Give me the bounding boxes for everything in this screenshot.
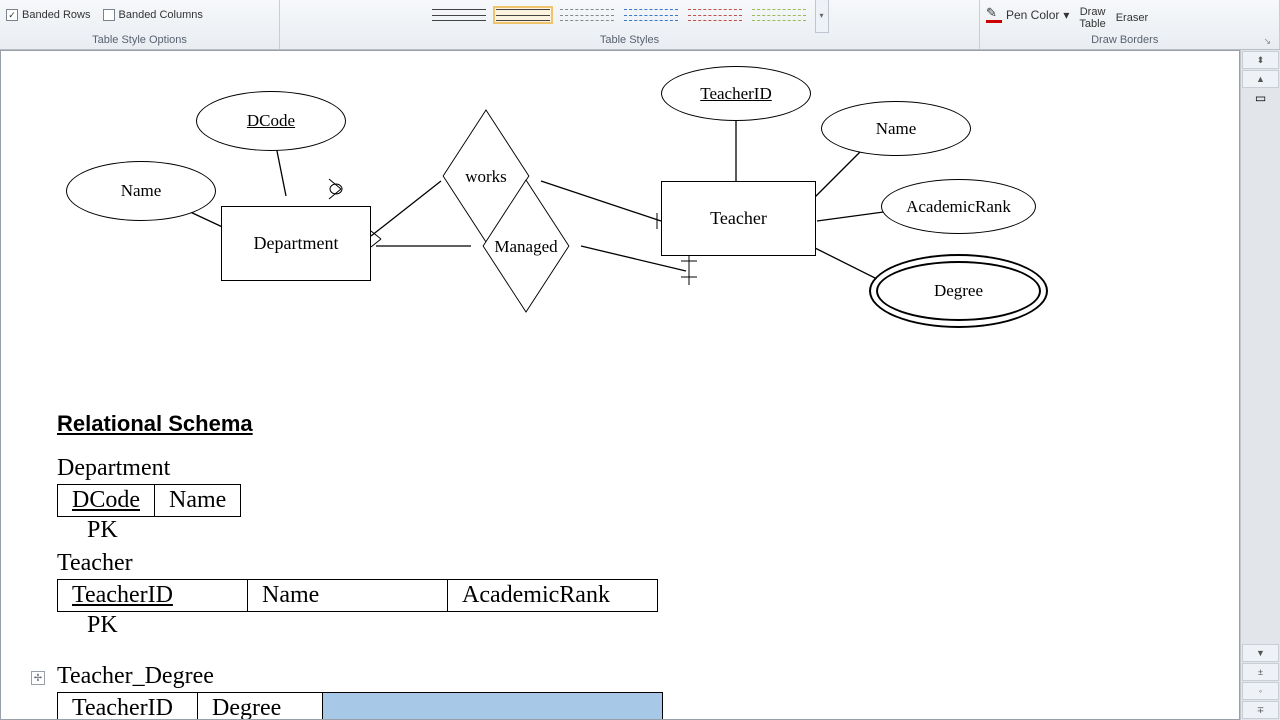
pk-label-teacher: PK bbox=[87, 612, 757, 639]
eraser-button[interactable]: Eraser bbox=[1116, 6, 1148, 24]
group-label-styles: Table Styles bbox=[286, 32, 973, 49]
checkbox-banded-rows[interactable]: ✓Banded Rows bbox=[6, 9, 91, 21]
entity-department: Department bbox=[221, 206, 371, 281]
pen-color-dropdown[interactable]: Pen Color ▾ bbox=[986, 7, 1069, 23]
label-banded-rows: Banded Rows bbox=[22, 9, 91, 21]
schema-heading: Relational Schema bbox=[57, 411, 757, 437]
scroll-up-icon[interactable]: ▲ bbox=[1242, 70, 1279, 88]
draw-table-button[interactable]: DrawTable bbox=[1079, 0, 1105, 30]
entity-teacher: Teacher bbox=[661, 181, 816, 256]
er-diagram: DCode Name Department works Managed Teac… bbox=[61, 61, 1061, 341]
ribbon-group-draw-borders: Pen Color ▾ DrawTable Eraser Draw Border… bbox=[980, 0, 1280, 49]
rel-managed: Managed bbox=[471, 211, 581, 281]
group-label-borders: Draw Borders bbox=[986, 32, 1263, 49]
ruler-toggle-icon[interactable]: ▭ bbox=[1241, 89, 1280, 107]
table-styles-gallery: ▾ bbox=[431, 0, 829, 33]
prev-page-icon[interactable]: ± bbox=[1242, 663, 1279, 681]
attr-dcode: DCode bbox=[196, 91, 346, 151]
attr-teacherid: TeacherID bbox=[661, 66, 811, 121]
table-name-department: Department bbox=[57, 455, 757, 482]
attr-name-teacher: Name bbox=[821, 101, 971, 156]
table-teacher[interactable]: TeacherIDNameAcademicRank bbox=[57, 579, 658, 612]
style-thumb-blue[interactable] bbox=[623, 8, 679, 22]
gallery-expand-icon[interactable]: ▾ bbox=[815, 0, 829, 33]
ribbon-group-table-style-options: ✓Banded Rows Banded Columns Table Style … bbox=[0, 0, 280, 49]
ribbon-group-table-styles: ▾ Table Styles bbox=[280, 0, 980, 49]
style-thumb-green[interactable] bbox=[751, 8, 807, 22]
style-thumb-selected[interactable] bbox=[495, 8, 551, 22]
ribbon: ✓Banded Rows Banded Columns Table Style … bbox=[0, 0, 1280, 50]
relational-schema: Relational Schema Department DCodeName P… bbox=[57, 411, 757, 720]
browse-object-icon[interactable]: ◦ bbox=[1242, 682, 1279, 700]
document-area[interactable]: DCode Name Department works Managed Teac… bbox=[0, 50, 1240, 720]
attr-academicrank: AcademicRank bbox=[881, 179, 1036, 234]
attr-name-dept: Name bbox=[66, 161, 216, 221]
table-name-teacher: Teacher bbox=[57, 550, 757, 577]
table-move-handle-icon[interactable]: ✢ bbox=[31, 671, 45, 685]
style-thumb-plain[interactable] bbox=[431, 8, 487, 22]
label-banded-cols: Banded Columns bbox=[119, 9, 203, 21]
pk-label-department: PK bbox=[87, 517, 757, 544]
chevron-down-icon: ▾ bbox=[1063, 8, 1069, 22]
next-page-icon[interactable]: ∓ bbox=[1242, 701, 1279, 719]
dialog-launcher-icon[interactable]: ↘ bbox=[1263, 36, 1273, 49]
pen-color-label: Pen Color bbox=[1006, 8, 1059, 22]
style-thumb-red[interactable] bbox=[687, 8, 743, 22]
checkbox-banded-columns[interactable]: Banded Columns bbox=[103, 9, 203, 21]
right-side-panel: ⬍ ▲ ▭ ▼ ± ◦ ∓ bbox=[1240, 50, 1280, 720]
pen-icon bbox=[986, 7, 1002, 23]
table-department[interactable]: DCodeName bbox=[57, 484, 241, 517]
style-thumb-gray[interactable] bbox=[559, 8, 615, 22]
attr-degree-multivalued: Degree bbox=[876, 261, 1041, 321]
group-label-options: Table Style Options bbox=[6, 32, 273, 49]
expand-pane-icon[interactable]: ⬍ bbox=[1242, 51, 1279, 69]
table-teacher-degree[interactable]: TeacherIDDegree bbox=[57, 692, 663, 720]
scroll-down-icon[interactable]: ▼ bbox=[1242, 644, 1279, 662]
table-name-teacher-degree: Teacher_Degree bbox=[57, 663, 757, 690]
